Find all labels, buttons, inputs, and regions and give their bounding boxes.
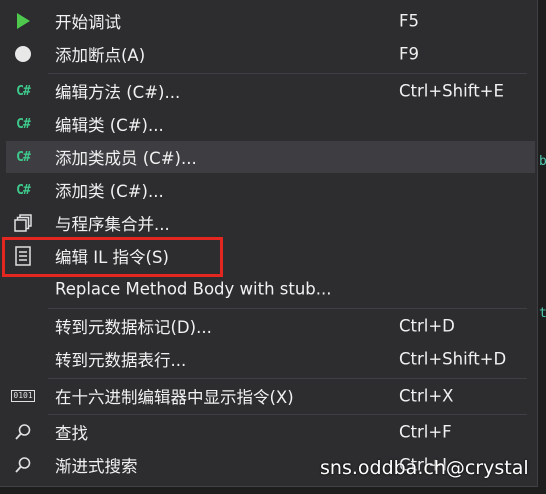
menu-item-label: 开始调试	[55, 13, 121, 32]
menu-item-label: 添加类成员 (C#)...	[55, 149, 197, 168]
menu-item-label: 添加类 (C#)...	[55, 182, 164, 201]
csharp-icon: C#	[16, 182, 31, 198]
menu-item-start-debugging[interactable]: 开始调试 F5	[6, 5, 535, 37]
menu-item-label: 编辑方法 (C#)...	[55, 83, 181, 102]
menu-item-label: 添加断点(A)	[55, 46, 146, 65]
binary-glyph: 0101	[11, 390, 35, 402]
csharp-icon: C#	[16, 116, 31, 132]
menu-item-add-class[interactable]: C# 添加类 (C#)...	[6, 174, 535, 206]
csharp-icon: C#	[16, 83, 31, 99]
menu-item-goto-metadata-token[interactable]: 转到元数据标记(D)... Ctrl+D	[6, 310, 535, 342]
editor-edge-glyph: t	[539, 306, 546, 321]
menu-separator	[48, 378, 527, 379]
menu-item-shortcut: Ctrl+X	[399, 386, 454, 406]
search-icon	[12, 421, 34, 443]
menu-item-show-in-hex-editor[interactable]: 0101 在十六进制编辑器中显示指令(X) Ctrl+X	[6, 380, 535, 412]
menu-item-merge-assembly[interactable]: 与程序集合并...	[6, 207, 535, 239]
binary-0101-icon: 0101	[11, 385, 35, 407]
menu-item-label: 在十六进制编辑器中显示指令(X)	[55, 388, 294, 407]
menu-item-shortcut: F9	[399, 44, 419, 64]
highlight-annotation-box	[2, 237, 223, 277]
menu-item-label: 查找	[55, 424, 88, 443]
menu-item-add-breakpoint[interactable]: 添加断点(A) F9	[6, 38, 535, 70]
editor-edge-glyph: b	[539, 154, 546, 169]
menu-item-label: 与程序集合并...	[55, 215, 170, 234]
menu-separator	[48, 414, 527, 415]
play-icon	[12, 10, 34, 32]
menu-item-edit-class[interactable]: C# 编辑类 (C#)...	[6, 108, 535, 140]
breakpoint-dot-icon	[12, 43, 34, 65]
watermark-text: sns.oddba.ch@crystal	[320, 457, 529, 479]
menu-item-label: Replace Method Body with stub...	[55, 279, 332, 299]
menu-item-add-class-member[interactable]: C# 添加类成员 (C#)...	[6, 141, 535, 173]
menu-item-shortcut: Ctrl+F	[399, 422, 452, 442]
menu-item-label: 渐进式搜索	[55, 457, 138, 476]
menu-item-shortcut: Ctrl+Shift+E	[399, 81, 504, 101]
menu-item-edit-method[interactable]: C# 编辑方法 (C#)... Ctrl+Shift+E	[6, 75, 535, 107]
menu-item-replace-method-body[interactable]: Replace Method Body with stub...	[6, 273, 535, 305]
csharp-icon: C#	[16, 149, 31, 165]
menu-item-label: 编辑类 (C#)...	[55, 116, 164, 135]
menu-item-find[interactable]: 查找 Ctrl+F	[6, 416, 535, 448]
menu-item-shortcut: F5	[399, 11, 419, 31]
menu-item-shortcut: Ctrl+D	[399, 316, 455, 336]
menu-separator	[48, 73, 527, 74]
menu-item-shortcut: Ctrl+Shift+D	[399, 349, 507, 369]
merge-assemblies-icon	[12, 212, 34, 234]
menu-item-label: 转到元数据表行...	[55, 351, 187, 370]
menu-separator	[48, 308, 527, 309]
menu-item-label: 转到元数据标记(D)...	[55, 318, 212, 337]
search-icon	[12, 454, 34, 476]
menu-item-goto-metadata-table-row[interactable]: 转到元数据表行... Ctrl+Shift+D	[6, 343, 535, 375]
